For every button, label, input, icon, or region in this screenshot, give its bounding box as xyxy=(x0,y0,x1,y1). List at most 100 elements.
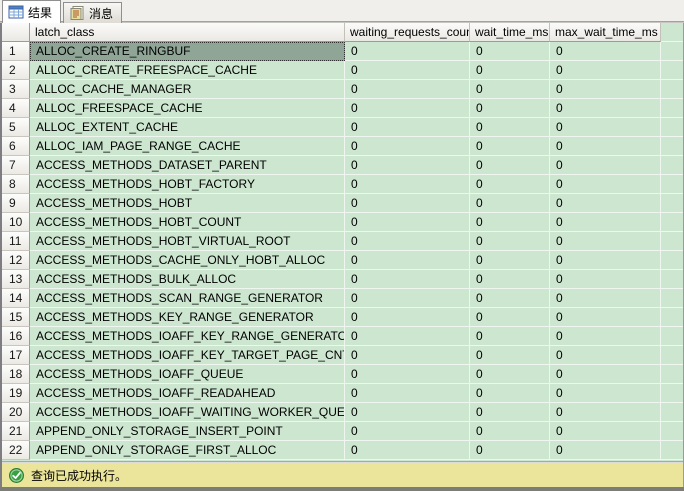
cell-max-wait-time-ms[interactable]: 0 xyxy=(550,99,661,118)
tab-messages[interactable]: 消息 xyxy=(63,2,122,23)
cell-max-wait-time-ms[interactable]: 0 xyxy=(550,137,661,156)
row-number-cell[interactable]: 22 xyxy=(2,441,30,460)
cell-waiting-requests-count[interactable]: 0 xyxy=(345,213,470,232)
row-number-cell[interactable]: 1 xyxy=(2,42,30,61)
cell-max-wait-time-ms[interactable]: 0 xyxy=(550,422,661,441)
cell-wait-time-ms[interactable]: 0 xyxy=(470,384,550,403)
cell-waiting-requests-count[interactable]: 0 xyxy=(345,289,470,308)
cell-wait-time-ms[interactable]: 0 xyxy=(470,232,550,251)
cell-max-wait-time-ms[interactable]: 0 xyxy=(550,194,661,213)
row-number-cell[interactable]: 5 xyxy=(2,118,30,137)
cell-waiting-requests-count[interactable]: 0 xyxy=(345,175,470,194)
grid-corner-cell[interactable] xyxy=(2,23,30,42)
cell-max-wait-time-ms[interactable]: 0 xyxy=(550,61,661,80)
cell-latch-class[interactable]: ACCESS_METHODS_IOAFF_KEY_RANGE_GENERATOR xyxy=(30,327,345,346)
cell-max-wait-time-ms[interactable]: 0 xyxy=(550,384,661,403)
cell-wait-time-ms[interactable]: 0 xyxy=(470,137,550,156)
row-number-cell[interactable]: 10 xyxy=(2,213,30,232)
row-number-cell[interactable]: 20 xyxy=(2,403,30,422)
cell-latch-class[interactable]: ACCESS_METHODS_HOBT_COUNT xyxy=(30,213,345,232)
cell-latch-class[interactable]: ACCESS_METHODS_IOAFF_WAITING_WORKER_QUEU… xyxy=(30,403,345,422)
row-number-cell[interactable]: 11 xyxy=(2,232,30,251)
row-number-cell[interactable]: 16 xyxy=(2,327,30,346)
cell-max-wait-time-ms[interactable]: 0 xyxy=(550,251,661,270)
row-number-cell[interactable]: 7 xyxy=(2,156,30,175)
cell-waiting-requests-count[interactable]: 0 xyxy=(345,346,470,365)
cell-max-wait-time-ms[interactable]: 0 xyxy=(550,175,661,194)
cell-latch-class[interactable]: ACCESS_METHODS_HOBT_VIRTUAL_ROOT xyxy=(30,232,345,251)
cell-wait-time-ms[interactable]: 0 xyxy=(470,403,550,422)
cell-wait-time-ms[interactable]: 0 xyxy=(470,156,550,175)
cell-wait-time-ms[interactable]: 0 xyxy=(470,118,550,137)
cell-latch-class[interactable]: ACCESS_METHODS_DATASET_PARENT xyxy=(30,156,345,175)
cell-latch-class[interactable]: ALLOC_IAM_PAGE_RANGE_CACHE xyxy=(30,137,345,156)
cell-latch-class[interactable]: ACCESS_METHODS_CACHE_ONLY_HOBT_ALLOC xyxy=(30,251,345,270)
row-number-cell[interactable]: 2 xyxy=(2,61,30,80)
cell-latch-class[interactable]: ACCESS_METHODS_IOAFF_READAHEAD xyxy=(30,384,345,403)
cell-latch-class[interactable]: ACCESS_METHODS_BULK_ALLOC xyxy=(30,270,345,289)
cell-waiting-requests-count[interactable]: 0 xyxy=(345,251,470,270)
cell-latch-class[interactable]: ACCESS_METHODS_HOBT xyxy=(30,194,345,213)
cell-wait-time-ms[interactable]: 0 xyxy=(470,422,550,441)
tab-results[interactable]: 结果 xyxy=(2,0,61,23)
cell-waiting-requests-count[interactable]: 0 xyxy=(345,118,470,137)
cell-waiting-requests-count[interactable]: 0 xyxy=(345,403,470,422)
cell-max-wait-time-ms[interactable]: 0 xyxy=(550,441,661,460)
cell-waiting-requests-count[interactable]: 0 xyxy=(345,232,470,251)
cell-waiting-requests-count[interactable]: 0 xyxy=(345,365,470,384)
row-number-cell[interactable]: 21 xyxy=(2,422,30,441)
column-header-latch-class[interactable]: latch_class xyxy=(30,23,345,42)
cell-waiting-requests-count[interactable]: 0 xyxy=(345,61,470,80)
row-number-cell[interactable]: 18 xyxy=(2,365,30,384)
cell-wait-time-ms[interactable]: 0 xyxy=(470,213,550,232)
cell-max-wait-time-ms[interactable]: 0 xyxy=(550,308,661,327)
cell-latch-class[interactable]: ACCESS_METHODS_HOBT_FACTORY xyxy=(30,175,345,194)
cell-waiting-requests-count[interactable]: 0 xyxy=(345,156,470,175)
cell-max-wait-time-ms[interactable]: 0 xyxy=(550,327,661,346)
cell-waiting-requests-count[interactable]: 0 xyxy=(345,422,470,441)
cell-waiting-requests-count[interactable]: 0 xyxy=(345,137,470,156)
cell-wait-time-ms[interactable]: 0 xyxy=(470,365,550,384)
cell-wait-time-ms[interactable]: 0 xyxy=(470,289,550,308)
cell-max-wait-time-ms[interactable]: 0 xyxy=(550,80,661,99)
cell-max-wait-time-ms[interactable]: 0 xyxy=(550,270,661,289)
cell-latch-class[interactable]: APPEND_ONLY_STORAGE_FIRST_ALLOC xyxy=(30,441,345,460)
row-number-cell[interactable]: 17 xyxy=(2,346,30,365)
row-number-cell[interactable]: 8 xyxy=(2,175,30,194)
row-number-cell[interactable]: 6 xyxy=(2,137,30,156)
row-number-cell[interactable]: 14 xyxy=(2,289,30,308)
cell-wait-time-ms[interactable]: 0 xyxy=(470,61,550,80)
cell-waiting-requests-count[interactable]: 0 xyxy=(345,42,470,61)
cell-wait-time-ms[interactable]: 0 xyxy=(470,99,550,118)
cell-waiting-requests-count[interactable]: 0 xyxy=(345,80,470,99)
cell-latch-class[interactable]: ALLOC_EXTENT_CACHE xyxy=(30,118,345,137)
row-number-cell[interactable]: 12 xyxy=(2,251,30,270)
cell-wait-time-ms[interactable]: 0 xyxy=(470,346,550,365)
cell-latch-class[interactable]: ALLOC_CACHE_MANAGER xyxy=(30,80,345,99)
row-number-cell[interactable]: 15 xyxy=(2,308,30,327)
cell-wait-time-ms[interactable]: 0 xyxy=(470,270,550,289)
cell-waiting-requests-count[interactable]: 0 xyxy=(345,270,470,289)
row-number-cell[interactable]: 13 xyxy=(2,270,30,289)
cell-latch-class[interactable]: ACCESS_METHODS_KEY_RANGE_GENERATOR xyxy=(30,308,345,327)
cell-max-wait-time-ms[interactable]: 0 xyxy=(550,346,661,365)
cell-wait-time-ms[interactable]: 0 xyxy=(470,42,550,61)
cell-max-wait-time-ms[interactable]: 0 xyxy=(550,118,661,137)
cell-wait-time-ms[interactable]: 0 xyxy=(470,441,550,460)
row-number-cell[interactable]: 4 xyxy=(2,99,30,118)
column-header-waiting-requests-count[interactable]: waiting_requests_count xyxy=(345,23,470,42)
cell-latch-class[interactable]: ACCESS_METHODS_SCAN_RANGE_GENERATOR xyxy=(30,289,345,308)
cell-max-wait-time-ms[interactable]: 0 xyxy=(550,213,661,232)
cell-waiting-requests-count[interactable]: 0 xyxy=(345,194,470,213)
cell-latch-class-selected[interactable]: ALLOC_CREATE_RINGBUF xyxy=(30,42,345,61)
cell-wait-time-ms[interactable]: 0 xyxy=(470,194,550,213)
cell-max-wait-time-ms[interactable]: 0 xyxy=(550,156,661,175)
cell-waiting-requests-count[interactable]: 0 xyxy=(345,441,470,460)
cell-wait-time-ms[interactable]: 0 xyxy=(470,251,550,270)
cell-max-wait-time-ms[interactable]: 0 xyxy=(550,42,661,61)
cell-wait-time-ms[interactable]: 0 xyxy=(470,80,550,99)
cell-max-wait-time-ms[interactable]: 0 xyxy=(550,232,661,251)
cell-max-wait-time-ms[interactable]: 0 xyxy=(550,365,661,384)
cell-waiting-requests-count[interactable]: 0 xyxy=(345,308,470,327)
cell-latch-class[interactable]: ALLOC_CREATE_FREESPACE_CACHE xyxy=(30,61,345,80)
